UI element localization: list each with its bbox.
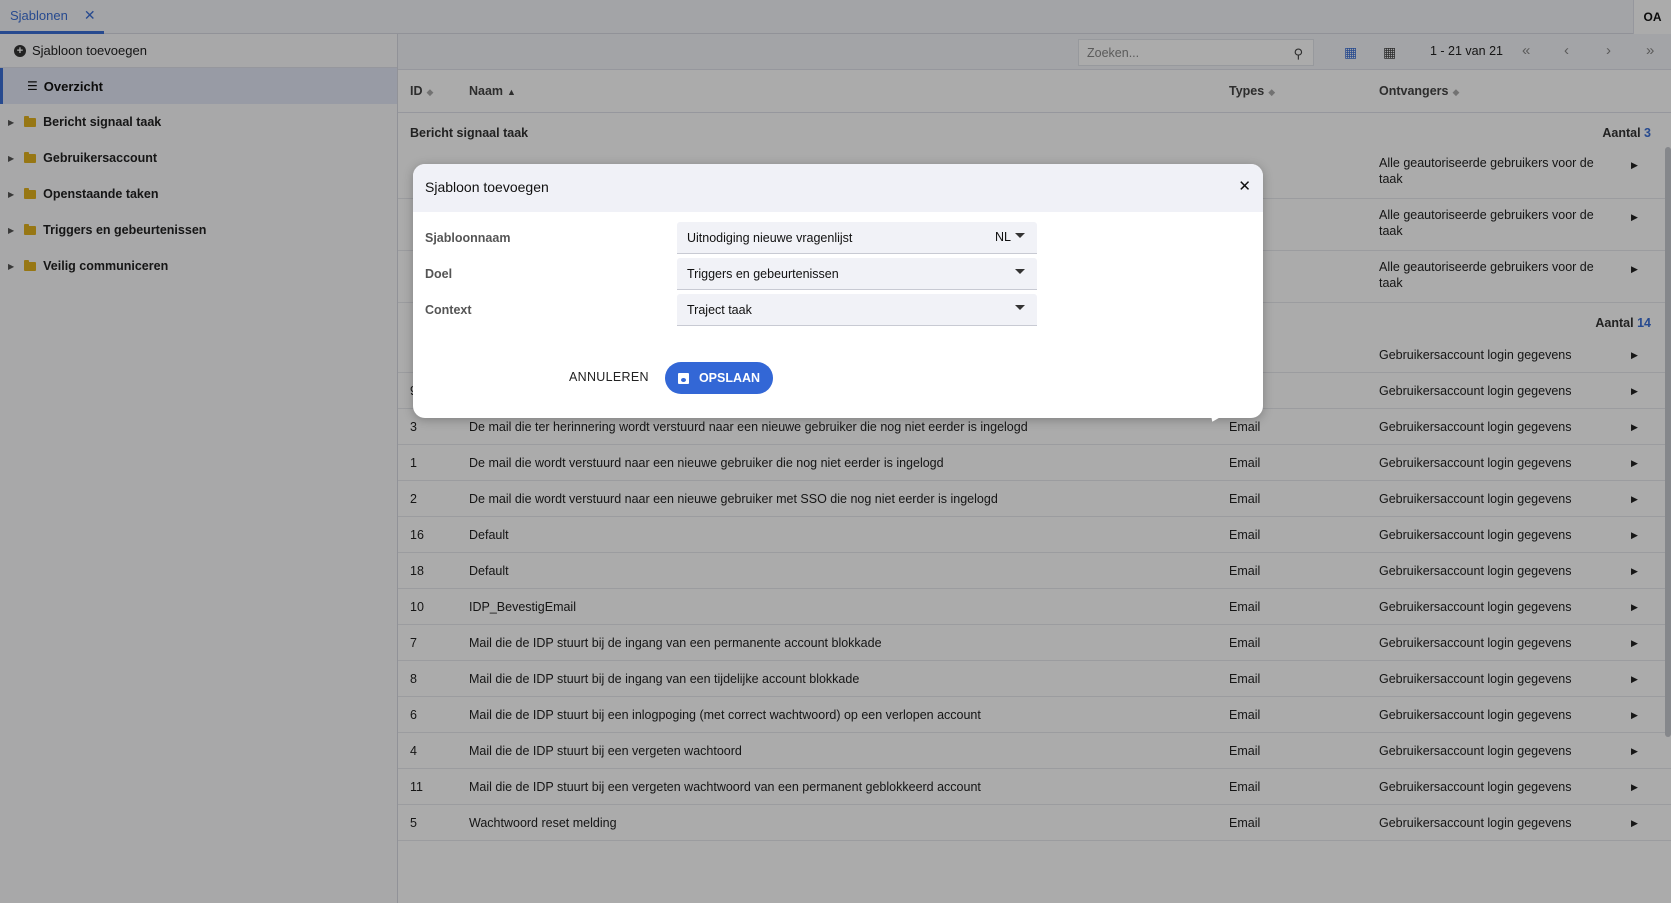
field-value: Triggers en gebeurtenissen (687, 267, 839, 281)
save-label: OPSLAAN (698, 371, 761, 385)
field-value: Traject taak (687, 303, 752, 317)
dialog-header: Sjabloon toevoegen ✕ (413, 164, 1263, 212)
add-template-dialog: Sjabloon toevoegen ✕ Sjabloonnaam Uitnod… (413, 164, 1263, 418)
close-icon[interactable]: ✕ (1238, 177, 1251, 195)
chevron-down-icon[interactable] (1015, 269, 1025, 274)
field-value: Uitnodiging nieuwe vragenlijst (687, 231, 853, 245)
dialog-title: Sjabloon toevoegen (425, 179, 549, 195)
chevron-down-icon[interactable] (1015, 233, 1025, 238)
field-row-name: Sjabloonnaam Uitnodiging nieuwe vragenli… (425, 222, 1255, 254)
save-button[interactable]: OPSLAAN (665, 362, 773, 394)
cancel-button[interactable]: ANNULEREN (569, 370, 649, 384)
modal-backdrop[interactable] (0, 0, 1671, 903)
field-label: Context (425, 303, 472, 317)
goal-select[interactable]: Triggers en gebeurtenissen (677, 258, 1037, 290)
field-label: Sjabloonnaam (425, 231, 511, 245)
field-row-goal: Doel Triggers en gebeurtenissen (425, 258, 1255, 290)
field-row-context: Context Traject taak (425, 294, 1255, 326)
field-label: Doel (425, 267, 453, 281)
language-select[interactable]: NL (995, 230, 1011, 244)
context-select[interactable]: Traject taak (677, 294, 1037, 326)
save-icon (677, 372, 689, 384)
template-name-input[interactable]: Uitnodiging nieuwe vragenlijst NL (677, 222, 1037, 254)
chevron-down-icon[interactable] (1015, 305, 1025, 310)
